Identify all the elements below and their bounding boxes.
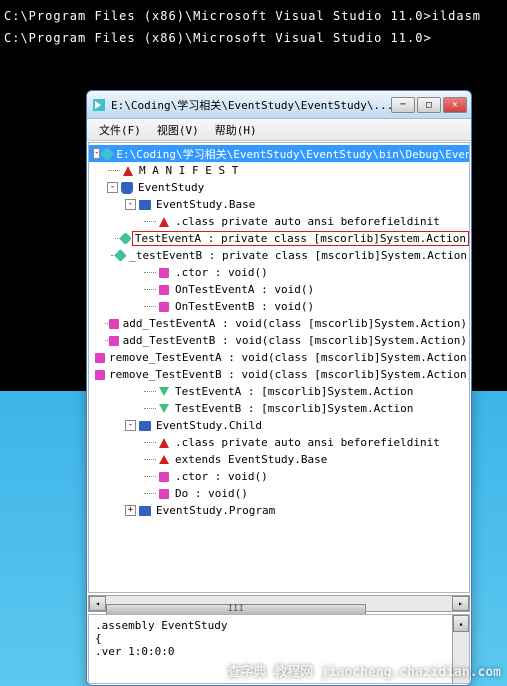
- menu-help[interactable]: 帮助(H): [207, 120, 265, 140]
- horizontal-scrollbar[interactable]: ◂ III ▸: [88, 595, 470, 612]
- tree-item[interactable]: TestEventB : [mscorlib]System.Action: [89, 400, 469, 417]
- method-icon: [159, 302, 169, 312]
- tree-item[interactable]: add_TestEventB : void(class [mscorlib]Sy…: [89, 332, 469, 349]
- scroll-right-button[interactable]: ▸: [452, 596, 469, 611]
- tree-class-base[interactable]: - EventStudy.Base: [89, 196, 469, 213]
- tree-label: EventStudy.Child: [154, 419, 264, 432]
- tree-label: TestEventB : [mscorlib]System.Action: [173, 402, 415, 415]
- command-prompt: C:\Program Files (x86)\Microsoft Visual …: [0, 0, 507, 55]
- tree-label: Do : void(): [173, 487, 250, 500]
- collapse-icon[interactable]: -: [125, 199, 136, 210]
- tree-label: .class private auto ansi beforefieldinit: [173, 436, 442, 449]
- minimize-button[interactable]: ─: [391, 97, 415, 113]
- tree-field-testeventa[interactable]: TestEventA : private class [mscorlib]Sys…: [89, 230, 469, 247]
- tree-label: EventStudy.Program: [154, 504, 277, 517]
- tree-label: OnTestEventA : void(): [173, 283, 316, 296]
- module-icon: [100, 146, 114, 160]
- tree-item[interactable]: _testEventB : private class [mscorlib]Sy…: [89, 247, 469, 264]
- tree-namespace[interactable]: - EventStudy: [89, 179, 469, 196]
- console-line: C:\Program Files (x86)\Microsoft Visual …: [4, 28, 503, 50]
- tree-item[interactable]: remove_TestEventB : void(class [mscorlib…: [89, 366, 469, 383]
- menu-view[interactable]: 视图(V): [149, 120, 207, 140]
- method-icon: [95, 353, 105, 363]
- tree-label: EventStudy.Base: [154, 198, 257, 211]
- method-icon: [159, 472, 169, 482]
- class-icon: [139, 200, 151, 210]
- method-icon: [159, 268, 169, 278]
- menubar: 文件(F) 视图(V) 帮助(H): [87, 119, 471, 141]
- menu-file[interactable]: 文件(F): [91, 120, 149, 140]
- extends-icon: [159, 455, 169, 464]
- tree-label: remove_TestEventA : void(class [mscorlib…: [107, 351, 470, 364]
- close-button[interactable]: ✕: [443, 97, 467, 113]
- tree-label: .ctor : void(): [173, 266, 270, 279]
- class-attr-icon: [159, 438, 169, 448]
- info-line: {: [95, 632, 463, 645]
- info-line: .ver 1:0:0:0: [95, 645, 463, 658]
- namespace-icon: [121, 182, 133, 194]
- tree-item[interactable]: .ctor : void(): [89, 468, 469, 485]
- field-icon: [114, 249, 127, 262]
- method-icon: [109, 336, 119, 346]
- ildasm-window: E:\Coding\学习相关\EventStudy\EventStudy\...…: [86, 90, 472, 686]
- tree-item[interactable]: OnTestEventB : void(): [89, 298, 469, 315]
- class-icon: [139, 506, 151, 516]
- tree-class-child[interactable]: - EventStudy.Child: [89, 417, 469, 434]
- tree-manifest[interactable]: M A N I F E S T: [89, 162, 469, 179]
- expand-icon[interactable]: +: [125, 505, 136, 516]
- watermark: 查字典 教程网 jiaocheng.chazidian.com: [227, 661, 501, 680]
- scroll-up-button[interactable]: ▴: [453, 615, 469, 632]
- tree-item[interactable]: .ctor : void(): [89, 264, 469, 281]
- collapse-icon[interactable]: -: [107, 182, 118, 193]
- tree-label: .class private auto ansi beforefieldinit: [173, 215, 442, 228]
- tree-label: E:\Coding\学习相关\EventStudy\EventStudy\bin…: [114, 146, 470, 162]
- collapse-icon[interactable]: -: [125, 420, 136, 431]
- tree-item[interactable]: Do : void(): [89, 485, 469, 502]
- tree-label: TestEventA : [mscorlib]System.Action: [173, 385, 415, 398]
- tree-item[interactable]: TestEventA : [mscorlib]System.Action: [89, 383, 469, 400]
- scroll-left-button[interactable]: ◂: [89, 596, 106, 611]
- tree-label: TestEventA : private class [mscorlib]Sys…: [132, 231, 469, 246]
- tree-label: add_TestEventA : void(class [mscorlib]Sy…: [121, 317, 469, 330]
- titlebar[interactable]: E:\Coding\学习相关\EventStudy\EventStudy\...…: [87, 91, 471, 119]
- event-icon: [159, 387, 169, 396]
- tree-panel[interactable]: - E:\Coding\学习相关\EventStudy\EventStudy\b…: [88, 142, 470, 593]
- tree-label: remove_TestEventB : void(class [mscorlib…: [107, 368, 470, 381]
- class-attr-icon: [159, 217, 169, 227]
- info-line: .assembly EventStudy: [95, 619, 463, 632]
- method-icon: [159, 489, 169, 499]
- tree-item[interactable]: add_TestEventA : void(class [mscorlib]Sy…: [89, 315, 469, 332]
- tree-label: EventStudy: [136, 181, 206, 194]
- tree-item[interactable]: .class private auto ansi beforefieldinit: [89, 213, 469, 230]
- method-icon: [95, 370, 105, 380]
- window-controls: ─ □ ✕: [391, 97, 467, 113]
- tree-label: .ctor : void(): [173, 470, 270, 483]
- maximize-button[interactable]: □: [417, 97, 441, 113]
- field-icon: [119, 232, 132, 245]
- tree-class-program[interactable]: + EventStudy.Program: [89, 502, 469, 519]
- tree-content: - E:\Coding\学习相关\EventStudy\EventStudy\b…: [89, 143, 469, 521]
- app-icon: [91, 97, 107, 113]
- tree-item[interactable]: remove_TestEventA : void(class [mscorlib…: [89, 349, 469, 366]
- tree-item[interactable]: OnTestEventA : void(): [89, 281, 469, 298]
- class-icon: [139, 421, 151, 431]
- event-icon: [159, 404, 169, 413]
- tree-label: OnTestEventB : void(): [173, 300, 316, 313]
- tree-item[interactable]: extends EventStudy.Base: [89, 451, 469, 468]
- tree-label: _testEventB : private class [mscorlib]Sy…: [127, 249, 469, 262]
- method-icon: [159, 285, 169, 295]
- tree-label: M A N I F E S T: [137, 164, 240, 177]
- tree-item[interactable]: .class private auto ansi beforefieldinit: [89, 434, 469, 451]
- tree-root[interactable]: - E:\Coding\学习相关\EventStudy\EventStudy\b…: [89, 145, 469, 162]
- manifest-icon: [123, 166, 133, 176]
- tree-label: extends EventStudy.Base: [173, 453, 329, 466]
- method-icon: [109, 319, 119, 329]
- tree-label: add_TestEventB : void(class [mscorlib]Sy…: [121, 334, 469, 347]
- window-title: E:\Coding\学习相关\EventStudy\EventStudy\...: [111, 97, 391, 113]
- console-line: C:\Program Files (x86)\Microsoft Visual …: [4, 6, 503, 28]
